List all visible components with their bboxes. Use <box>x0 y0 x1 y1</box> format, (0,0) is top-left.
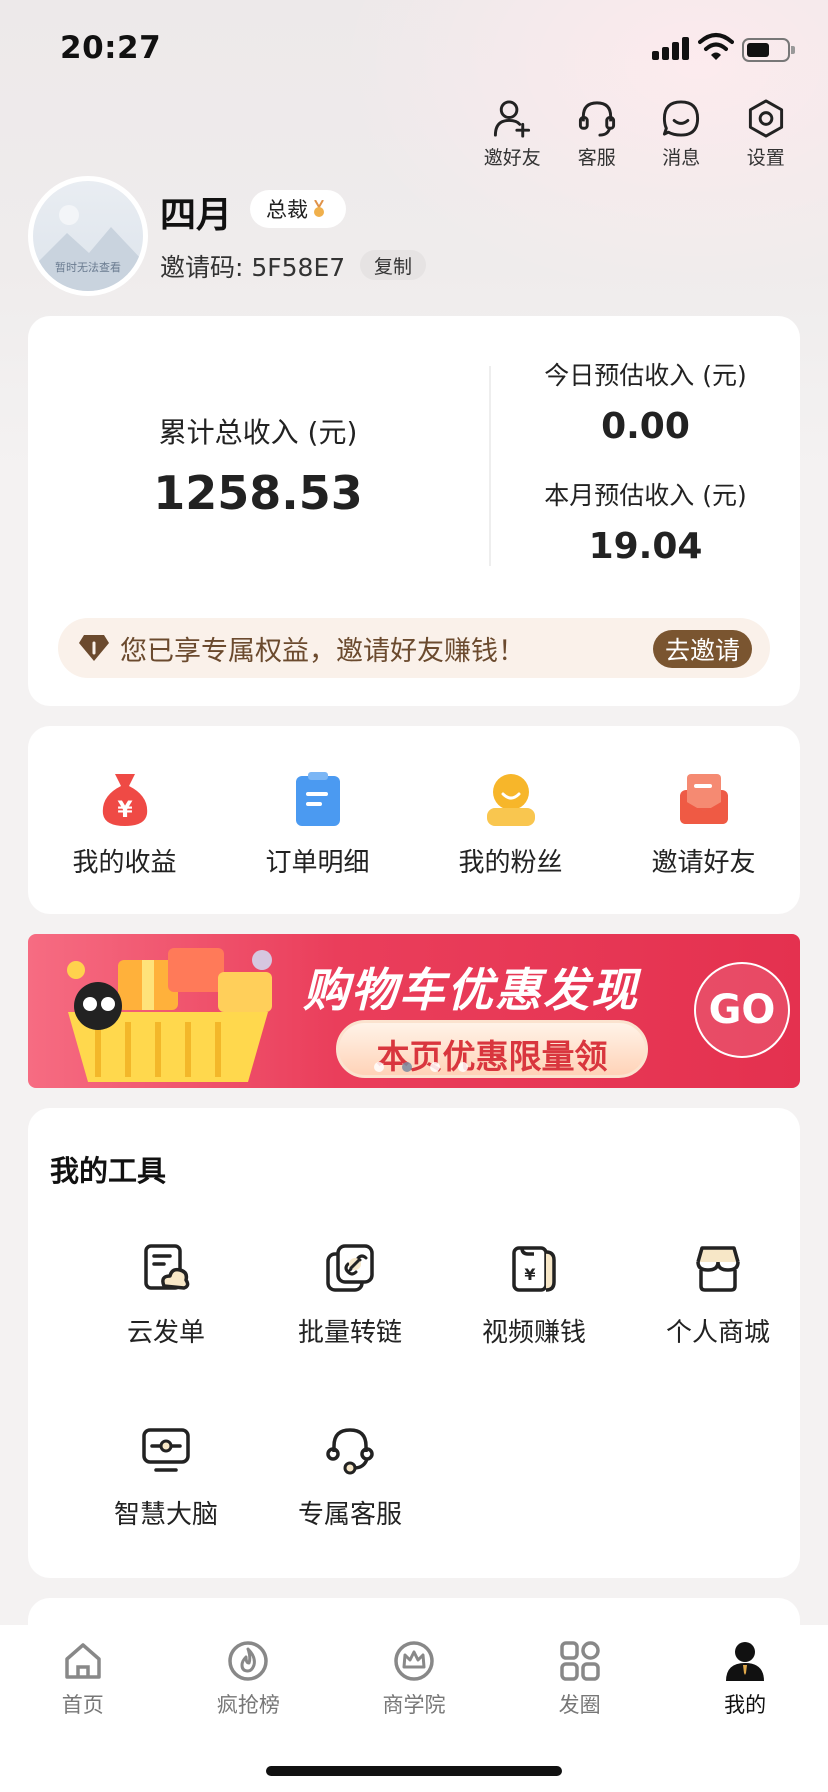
link-icon <box>326 1244 374 1292</box>
today-income: 今日预估收入 (元) 0.00 <box>491 356 800 447</box>
tool-cloud-send[interactable]: 云发单 <box>74 1242 258 1349</box>
quick-item-my-fans[interactable]: 我的粉丝 <box>414 726 607 914</box>
clipboard-icon <box>295 772 340 826</box>
status-bar: 20:27 <box>0 0 828 96</box>
money-bag-icon: ¥ <box>102 774 147 826</box>
crown-icon <box>394 1641 434 1681</box>
invite-code: 邀请码: 5F58E7 <box>160 253 346 282</box>
user-name: 四月 <box>160 195 233 236</box>
tab-moments[interactable]: 发圈 <box>497 1639 663 1725</box>
avatar-caption: 暂时无法查看 <box>55 261 121 274</box>
tool-label: 智慧大脑 <box>113 1500 218 1530</box>
month-income-value: 19.04 <box>588 526 703 567</box>
tool-smart-brain[interactable]: 智慧大脑 <box>74 1424 258 1531</box>
grid-icon <box>559 1641 600 1681</box>
quick-item-label: 邀请好友 <box>651 848 756 878</box>
messages-label: 消息 <box>662 147 701 169</box>
tab-home[interactable]: 首页 <box>0 1639 166 1725</box>
user-icon <box>726 1642 765 1681</box>
today-income-value: 0.00 <box>601 406 690 447</box>
battery-icon <box>742 38 795 62</box>
invite-friend-label: 邀好友 <box>483 147 541 169</box>
quick-item-label: 我的收益 <box>72 848 177 878</box>
home-indicator <box>266 1766 562 1776</box>
svg-text:¥: ¥ <box>117 798 133 823</box>
pagination-dot-active <box>402 1062 412 1072</box>
quick-menu: ¥ 我的收益 订单明细 我的粉丝 邀请好友 <box>28 726 800 914</box>
tools-title: 我的工具 <box>50 1154 167 1188</box>
invite-friend-action[interactable]: 邀好友 <box>470 98 555 170</box>
banner-pagination <box>374 1062 468 1072</box>
total-income-label: 累计总收入 (元) <box>158 416 358 449</box>
settings-label: 设置 <box>746 147 785 169</box>
envelope-icon <box>679 774 728 824</box>
avatar[interactable]: 暂时无法查看 <box>28 176 148 296</box>
total-income-value: 1258.53 <box>153 466 363 520</box>
go-invite-button[interactable]: 去邀请 <box>652 630 752 668</box>
settings-icon <box>748 99 783 138</box>
tab-label: 我的 <box>724 1693 767 1717</box>
cloud-send-icon <box>144 1244 190 1290</box>
benefit-text: 您已享专属权益，邀请好友赚钱！ <box>120 635 525 667</box>
tool-batch-link[interactable]: 批量转链 <box>258 1242 442 1349</box>
quick-item-label: 我的粉丝 <box>458 848 563 878</box>
tool-video-money[interactable]: ¥ 视频赚钱 <box>442 1242 626 1349</box>
level-label: 总裁 <box>266 198 308 222</box>
headset-icon <box>578 101 615 137</box>
customer-service-action[interactable]: 客服 <box>555 98 640 170</box>
messages-action[interactable]: 消息 <box>639 98 724 170</box>
banner-title: 购物车优惠发现 <box>303 963 639 1017</box>
tab-academy[interactable]: 商学院 <box>331 1639 497 1725</box>
tool-label: 批量转链 <box>297 1318 402 1348</box>
medal-icon <box>314 200 324 217</box>
tool-exclusive-service[interactable]: 专属客服 <box>258 1424 442 1531</box>
pagination-dot <box>430 1062 440 1072</box>
tool-personal-store[interactable]: 个人商城 <box>626 1242 810 1349</box>
tool-label: 云发单 <box>126 1318 205 1348</box>
pagination-dot <box>458 1062 468 1072</box>
flame-icon <box>228 1641 269 1681</box>
quick-item-label: 订单明细 <box>265 848 370 878</box>
store-icon <box>696 1246 740 1292</box>
message-icon <box>663 100 700 137</box>
tool-label: 视频赚钱 <box>481 1318 586 1348</box>
tool-label: 专属客服 <box>297 1500 402 1530</box>
tools-card: 我的工具 云发单 批量转链 ¥ 视频赚钱 个人商城 智慧大脑 专属客服 <box>28 1108 800 1578</box>
fans-icon <box>486 774 535 826</box>
diamond-icon <box>79 635 109 661</box>
customer-service-label: 客服 <box>577 147 616 169</box>
svg-text:¥: ¥ <box>524 1265 535 1284</box>
earnings-card: 累计总收入 (元) 1258.53 今日预估收入 (元) 0.00 本月预估收入… <box>28 316 800 706</box>
tab-label: 疯抢榜 <box>216 1693 280 1717</box>
monitor-icon <box>142 1428 190 1472</box>
tab-label: 商学院 <box>382 1693 446 1717</box>
signal-icon <box>652 36 692 60</box>
level-badge: 总裁 <box>250 190 346 228</box>
wifi-icon <box>698 33 734 60</box>
settings-action[interactable]: 设置 <box>724 98 809 170</box>
tab-hot-list[interactable]: 疯抢榜 <box>166 1639 332 1725</box>
add-user-icon <box>494 100 531 138</box>
quick-item-invite-friends[interactable]: 邀请好友 <box>607 726 800 914</box>
banner-go-button[interactable]: GO <box>694 962 790 1058</box>
copy-invite-code-button[interactable]: 复制 <box>360 250 427 280</box>
video-money-icon: ¥ <box>512 1246 556 1292</box>
top-actions: 邀好友 客服 消息 设置 <box>470 98 808 170</box>
tab-label: 首页 <box>61 1693 104 1717</box>
tab-label: 发圈 <box>558 1693 601 1717</box>
tool-label: 个人商城 <box>665 1318 770 1348</box>
quick-item-my-earnings[interactable]: ¥ 我的收益 <box>28 726 221 914</box>
quick-item-order-details[interactable]: 订单明细 <box>221 726 414 914</box>
status-time: 20:27 <box>60 30 162 66</box>
benefit-bar: 您已享专属权益，邀请好友赚钱！ 去邀请 <box>58 618 770 678</box>
month-income-label: 本月预估收入 (元) <box>544 481 747 510</box>
month-income: 本月预估收入 (元) 19.04 <box>491 476 800 567</box>
home-icon <box>65 1643 101 1679</box>
shopping-basket-illustration <box>67 948 272 1082</box>
pagination-dot <box>374 1062 384 1072</box>
headset-icon <box>326 1428 374 1475</box>
tab-mine[interactable]: 我的 <box>662 1639 828 1725</box>
today-income-label: 今日预估收入 (元) <box>544 361 747 390</box>
